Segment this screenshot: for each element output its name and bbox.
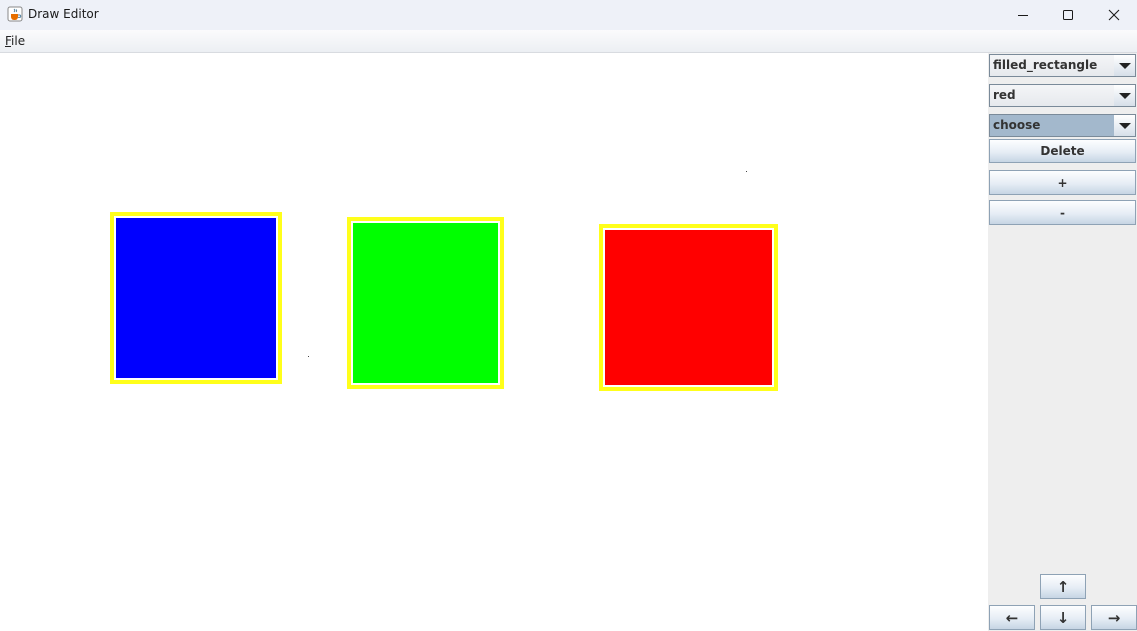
dropdown-arrow-button[interactable] xyxy=(1114,85,1135,106)
shape-type-value: filled_rectangle xyxy=(990,55,1115,76)
dropdown-arrow-button[interactable] xyxy=(1114,55,1135,76)
dropdown-arrow-button[interactable] xyxy=(1114,115,1135,136)
menu-file-label: ile xyxy=(11,34,26,48)
draw-editor-window: Draw Editor File filled_rectangle red ch… xyxy=(0,0,1137,631)
maximize-icon xyxy=(1063,10,1073,20)
shape-fill xyxy=(605,230,772,385)
shape-blue-rectangle[interactable] xyxy=(110,212,282,384)
move-left-button[interactable]: ← xyxy=(989,605,1035,630)
increase-size-button[interactable]: + xyxy=(989,170,1136,195)
move-down-button[interactable]: ↓ xyxy=(1040,605,1086,630)
window-title: Draw Editor xyxy=(28,7,99,21)
shape-green-rectangle[interactable] xyxy=(347,217,504,389)
close-button[interactable] xyxy=(1091,0,1137,30)
shape-red-rectangle[interactable] xyxy=(599,224,778,391)
decrease-size-button[interactable]: - xyxy=(989,200,1136,225)
delete-button[interactable]: Delete xyxy=(989,139,1136,163)
java-cup-icon xyxy=(7,6,23,22)
move-right-button[interactable]: → xyxy=(1091,605,1137,630)
minimize-icon xyxy=(1018,15,1028,16)
color-value: red xyxy=(990,85,1115,106)
point-marker xyxy=(746,171,747,172)
move-up-button[interactable]: ↑ xyxy=(1040,574,1086,599)
close-icon xyxy=(1108,9,1120,21)
drawing-canvas[interactable] xyxy=(0,53,988,631)
minimize-button[interactable] xyxy=(1000,0,1046,30)
shape-fill xyxy=(353,223,498,383)
triangle-down-icon xyxy=(1118,122,1131,129)
maximize-button[interactable] xyxy=(1045,0,1091,30)
shape-type-select[interactable]: filled_rectangle xyxy=(989,54,1136,77)
tool-panel: filled_rectangle red choose Delete + - ↑… xyxy=(988,53,1137,631)
menu-bar: File xyxy=(0,30,1137,53)
title-bar: Draw Editor xyxy=(0,0,1137,30)
color-select[interactable]: red xyxy=(989,84,1136,107)
action-select[interactable]: choose xyxy=(989,114,1136,137)
point-marker xyxy=(308,356,309,357)
triangle-down-icon xyxy=(1118,62,1131,69)
menu-file[interactable]: File xyxy=(5,34,25,48)
triangle-down-icon xyxy=(1118,92,1131,99)
shape-fill xyxy=(116,218,276,378)
action-value: choose xyxy=(990,115,1115,136)
